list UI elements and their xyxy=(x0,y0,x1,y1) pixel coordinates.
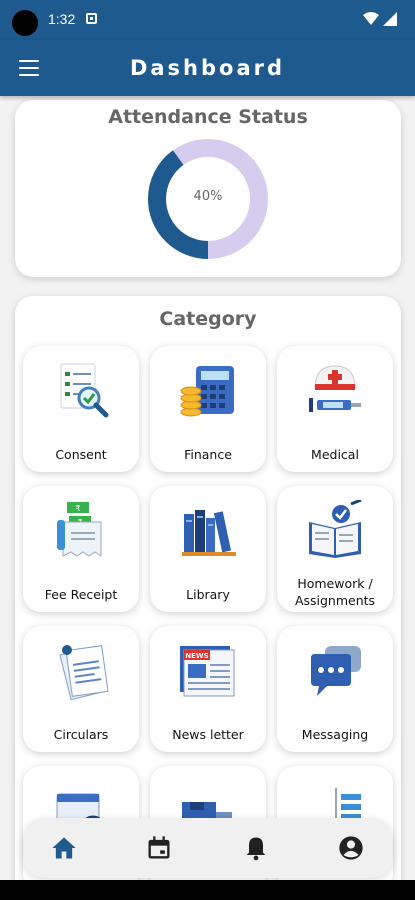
category-label: Library xyxy=(186,587,230,602)
bell-icon[interactable] xyxy=(242,834,270,862)
app-bar: Dashboard xyxy=(0,40,415,96)
calendar-icon[interactable] xyxy=(145,834,173,862)
system-nav-bar xyxy=(0,880,415,900)
profile-icon[interactable] xyxy=(337,834,365,862)
category-tile-circulars[interactable]: Circulars xyxy=(23,626,139,752)
category-label: Circulars xyxy=(53,727,109,742)
wifi-icon xyxy=(363,12,379,25)
consent-icon xyxy=(60,363,109,418)
status-time: 1:32 xyxy=(48,11,76,27)
medical-icon xyxy=(309,365,361,412)
category-label: Consent xyxy=(55,447,107,462)
signal-icon xyxy=(383,12,397,26)
camera-cutout xyxy=(12,10,38,36)
messaging-icon xyxy=(311,646,361,696)
category-tile-messaging[interactable]: Messaging xyxy=(277,626,393,752)
attendance-percent: 40% xyxy=(193,189,223,204)
category-label: Fee Receipt xyxy=(44,587,118,602)
category-label: Homework / Assignments xyxy=(294,576,376,608)
category-label: Messaging xyxy=(301,727,369,742)
library-icon xyxy=(182,510,236,556)
attendance-title: Attendance Status xyxy=(108,106,308,128)
category-card: Category Consent Finance Medical ₹ Fee R… xyxy=(15,296,401,896)
category-tile-fee-receipt[interactable]: ₹ ₹ Fee Receipt xyxy=(23,486,139,612)
category-label: News letter xyxy=(172,727,244,742)
home-icon[interactable] xyxy=(50,834,78,862)
category-title: Category xyxy=(159,308,257,330)
category-tile-consent[interactable]: Consent xyxy=(23,346,139,472)
finance-icon xyxy=(180,366,234,417)
page-title: Dashboard xyxy=(129,56,286,80)
svg-text:₹: ₹ xyxy=(75,504,80,513)
fee-receipt-icon: ₹ ₹ xyxy=(57,502,102,557)
category-label: Finance xyxy=(184,447,232,462)
bottom-navigation xyxy=(23,818,393,878)
status-bar: 1:32 xyxy=(0,0,415,40)
category-tile-homework[interactable]: Homework / Assignments xyxy=(277,486,393,612)
category-tile-medical[interactable]: Medical xyxy=(277,346,393,472)
circulars-icon xyxy=(59,645,109,700)
category-tile-newsletter[interactable]: NEWS News letter xyxy=(150,626,266,752)
attendance-card[interactable]: Attendance Status 40% xyxy=(15,100,401,277)
category-tile-finance[interactable]: Finance xyxy=(150,346,266,472)
category-tile-library[interactable]: Library xyxy=(150,486,266,612)
newsletter-icon: NEWS xyxy=(180,646,235,697)
notification-icon xyxy=(86,13,97,24)
svg-text:NEWS: NEWS xyxy=(185,652,208,660)
status-icons xyxy=(363,12,397,26)
homework-icon xyxy=(309,500,362,558)
category-label: Medical xyxy=(311,447,359,462)
